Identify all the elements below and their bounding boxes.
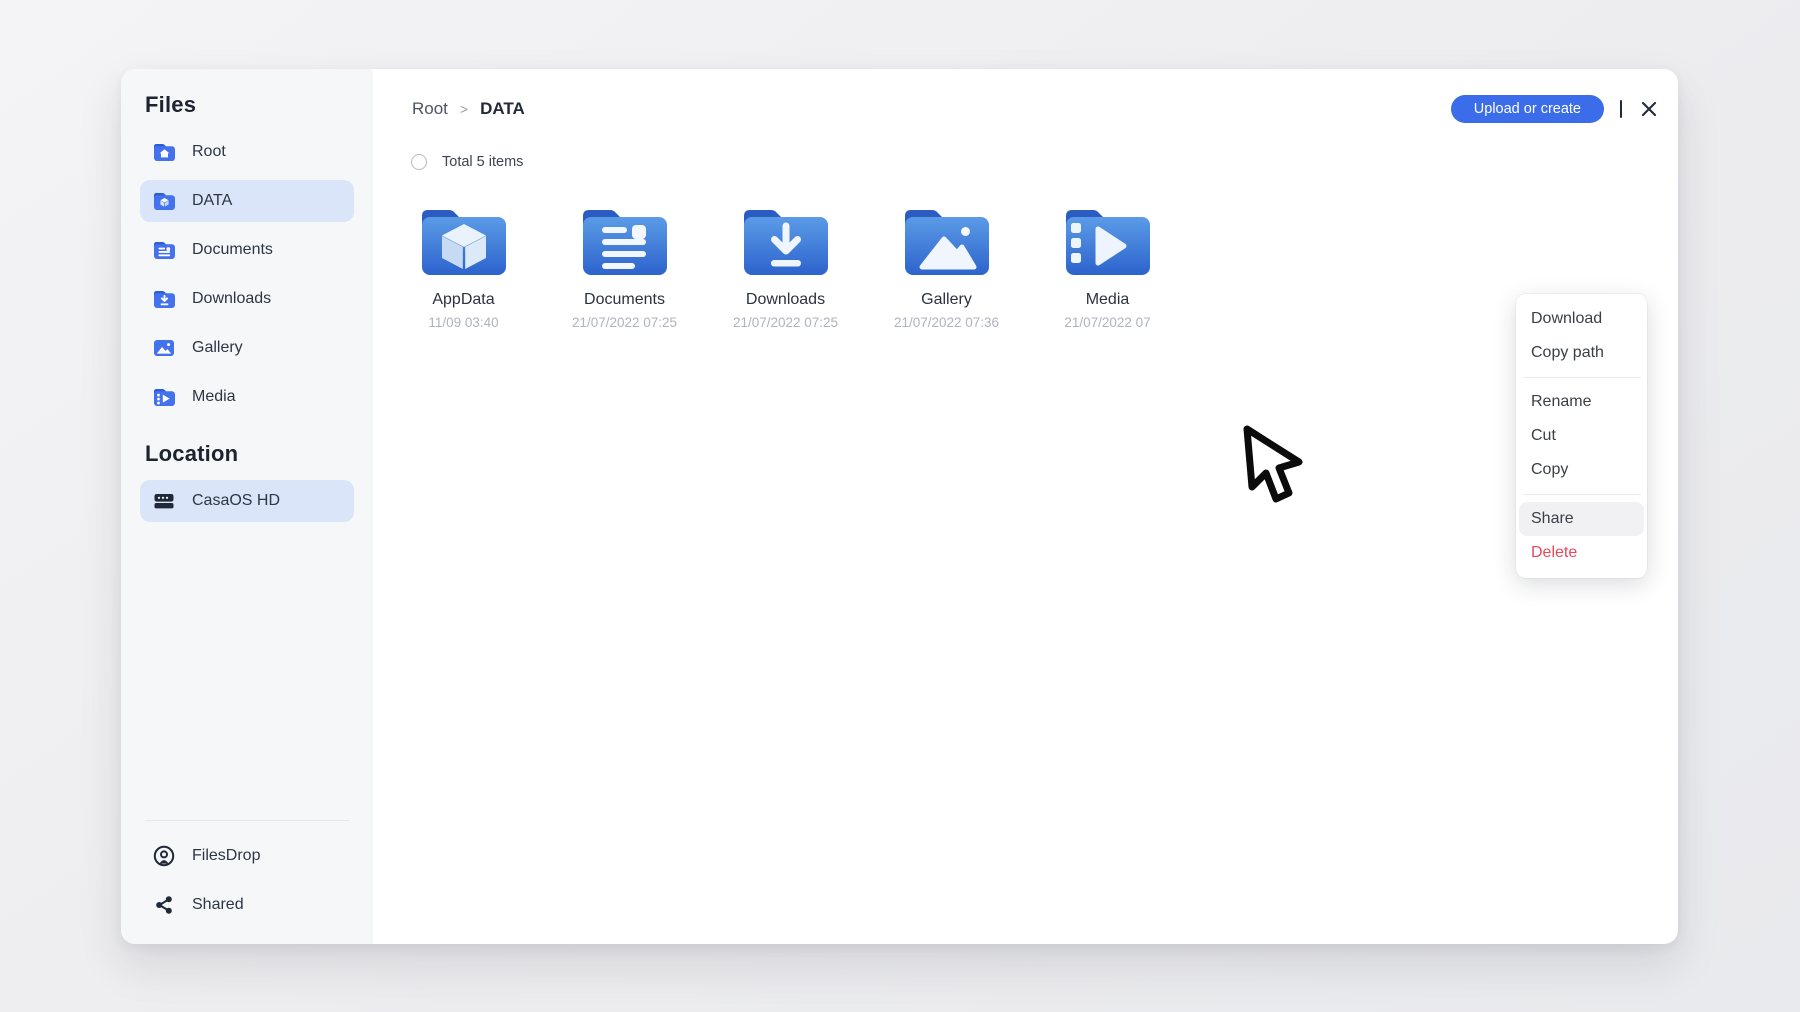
sidebar-item-label: FilesDrop <box>192 847 260 865</box>
sidebar: Files Root DATA Documents Downloads Gallery M… <box>121 69 373 944</box>
context-menu-item-copy[interactable]: Copy <box>1519 453 1644 487</box>
sidebar-item-label: Gallery <box>192 339 243 357</box>
breadcrumb-current: DATA <box>480 99 525 119</box>
sidebar-spacer <box>140 522 354 820</box>
sidebar-item-data[interactable]: DATA <box>140 180 354 222</box>
context-menu-divider <box>1522 494 1641 495</box>
file-date: 21/07/2022 07:25 <box>733 315 838 330</box>
sidebar-item-root[interactable]: Root <box>140 131 354 173</box>
context-menu-item-cut[interactable]: Cut <box>1519 419 1644 453</box>
upload-or-create-button[interactable]: Upload or create <box>1451 95 1604 123</box>
select-all-radio[interactable] <box>411 154 427 170</box>
documents-folder-icon <box>151 237 177 263</box>
files-app-window: Files Root DATA Documents Downloads Gallery M… <box>121 69 1678 944</box>
file-date: 11/09 03:40 <box>428 315 498 330</box>
context-menu-item-share[interactable]: Share <box>1519 502 1644 536</box>
sidebar-files-list: Root DATA Documents Downloads Gallery Media <box>140 131 354 418</box>
gallery-mountain-folder-icon <box>899 201 995 279</box>
breadcrumb-separator-icon: > <box>460 101 468 117</box>
root-home-folder-icon <box>151 139 177 165</box>
file-name: AppData <box>432 291 494 309</box>
close-icon[interactable] <box>1638 98 1660 120</box>
sidebar-location-heading: Location <box>140 440 354 468</box>
file-date: 21/07/2022 07:25 <box>572 315 677 330</box>
context-menu-item-rename[interactable]: Rename <box>1519 385 1644 419</box>
file-tile-downloads[interactable]: Downloads 21/07/2022 07:25 <box>705 197 866 330</box>
file-tile-media[interactable]: Media 21/07/2022 07 <box>1027 197 1188 330</box>
sidebar-item-label: Root <box>192 143 226 161</box>
sidebar-divider <box>145 820 349 821</box>
total-items-label: Total 5 items <box>442 154 523 170</box>
desktop-background: Files Root DATA Documents Downloads Gallery M… <box>0 0 1800 1012</box>
main-panel: Root > DATA Upload or create Total 5 <box>373 69 1678 944</box>
documents-lines-folder-icon <box>577 201 673 279</box>
sidebar-item-label: Documents <box>192 241 273 259</box>
file-grid: AppData 11/09 03:40 Documents 21/07/2022 07… <box>383 197 1188 330</box>
sidebar-item-gallery[interactable]: Gallery <box>140 327 354 369</box>
sidebar-location-casaos-hd[interactable]: CasaOS HD <box>140 480 354 522</box>
sidebar-item-documents[interactable]: Documents <box>140 229 354 271</box>
context-menu-divider <box>1522 377 1641 378</box>
sidebar-footer-list: FilesDrop Shared <box>140 835 354 926</box>
file-name: Downloads <box>746 291 825 309</box>
gallery-image-icon <box>151 335 177 361</box>
top-bar: Root > DATA Upload or create <box>412 93 1660 125</box>
sidebar-item-label: Downloads <box>192 290 271 308</box>
appdata-cube-folder-icon <box>416 201 512 279</box>
file-date: 21/07/2022 07 <box>1064 315 1150 330</box>
media-folder-icon <box>151 384 177 410</box>
file-tile-documents[interactable]: Documents 21/07/2022 07:25 <box>544 197 705 330</box>
breadcrumb-root[interactable]: Root <box>412 99 448 119</box>
sidebar-item-downloads[interactable]: Downloads <box>140 278 354 320</box>
toolbar-separator <box>1620 100 1622 118</box>
context-menu-item-copy-path[interactable]: Copy path <box>1519 336 1644 370</box>
sidebar-item-label: CasaOS HD <box>192 492 280 510</box>
context-menu-item-download[interactable]: Download <box>1519 302 1644 336</box>
share-nodes-icon <box>151 892 177 918</box>
sidebar-item-label: Media <box>192 388 236 406</box>
sidebar-files-heading: Files <box>140 91 354 119</box>
filesdrop-airdrop-icon <box>151 843 177 869</box>
context-menu: DownloadCopy path RenameCutCopy ShareDelet… <box>1516 294 1647 578</box>
breadcrumb: Root > DATA <box>412 99 525 119</box>
downloads-arrow-folder-icon <box>738 201 834 279</box>
file-name: Gallery <box>921 291 972 309</box>
file-name: Media <box>1086 291 1130 309</box>
sidebar-item-media[interactable]: Media <box>140 376 354 418</box>
hard-drive-icon <box>151 488 177 514</box>
file-name: Documents <box>584 291 665 309</box>
sidebar-footer-shared[interactable]: Shared <box>140 884 354 926</box>
media-play-folder-icon <box>1060 201 1156 279</box>
file-tile-appdata[interactable]: AppData 11/09 03:40 <box>383 197 544 330</box>
file-tile-gallery[interactable]: Gallery 21/07/2022 07:36 <box>866 197 1027 330</box>
data-cube-folder-icon <box>151 188 177 214</box>
sidebar-location-list: CasaOS HD <box>140 480 354 522</box>
context-menu-item-delete[interactable]: Delete <box>1519 536 1644 570</box>
sidebar-item-label: Shared <box>192 896 244 914</box>
selection-summary-row: Total 5 items <box>411 153 523 171</box>
sidebar-item-label: DATA <box>192 192 232 210</box>
file-date: 21/07/2022 07:36 <box>894 315 999 330</box>
top-bar-actions: Upload or create <box>1451 95 1660 123</box>
downloads-folder-icon <box>151 286 177 312</box>
sidebar-footer-filesdrop[interactable]: FilesDrop <box>140 835 354 877</box>
